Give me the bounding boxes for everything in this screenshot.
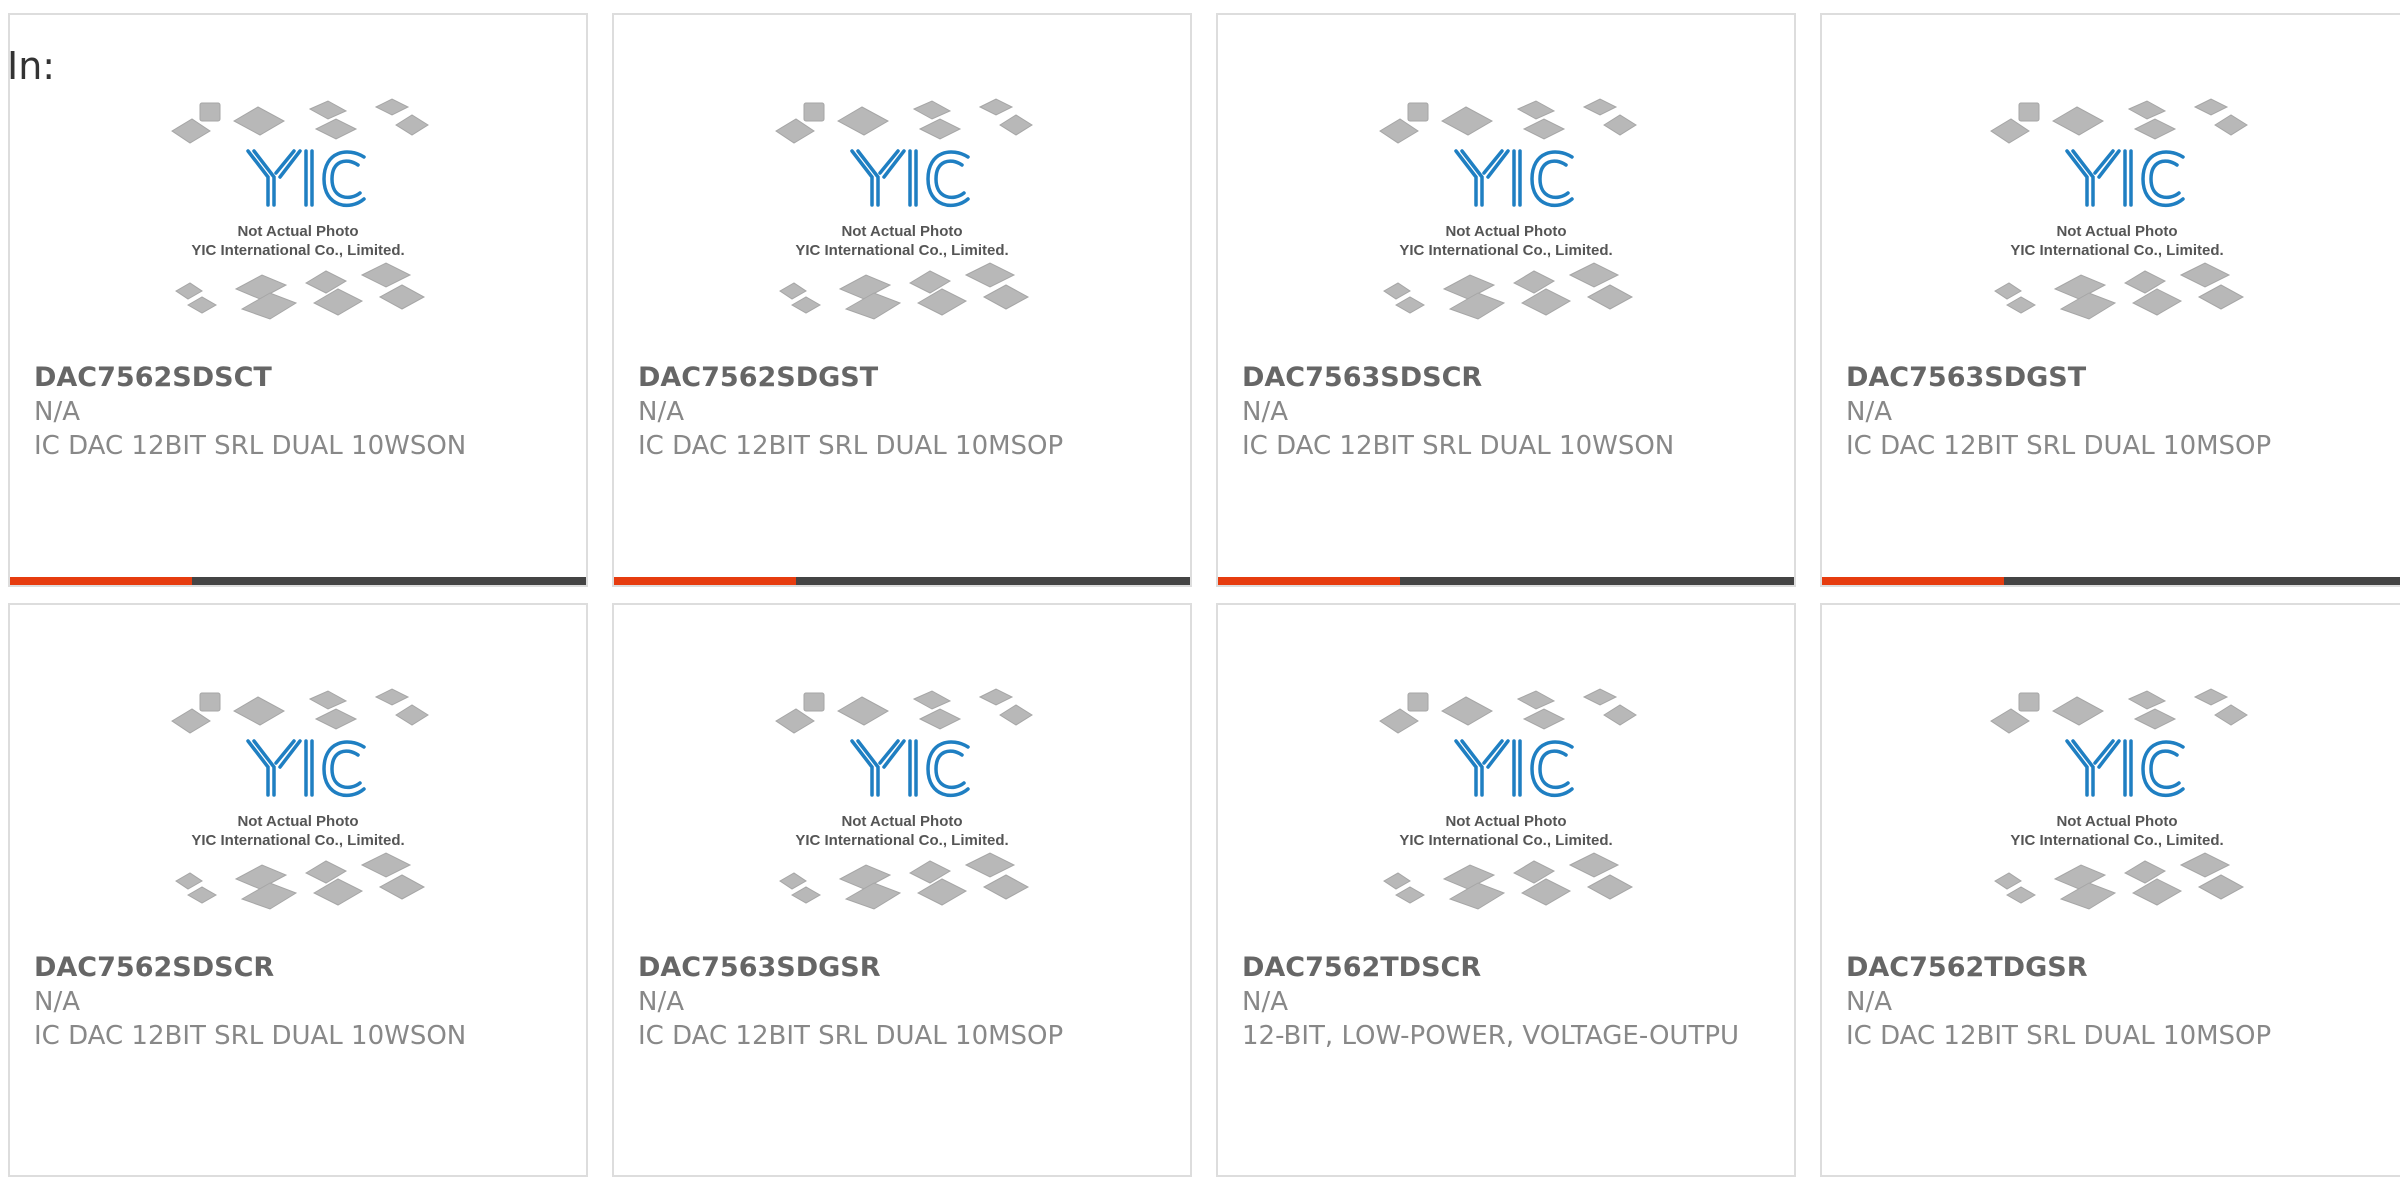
product-info: DAC7563SDSCR N/A IC DAC 12BIT SRL DUAL 1…	[1242, 361, 1764, 463]
company-text: YIC International Co., Limited.	[1399, 242, 1612, 259]
product-info: DAC7562SDSCT N/A IC DAC 12BIT SRL DUAL 1…	[34, 361, 556, 463]
manufacturer: N/A	[1242, 987, 1288, 1017]
yic-logo	[246, 149, 366, 208]
yic-logo	[246, 739, 366, 798]
description: IC DAC 12BIT SRL DUAL 10WSON	[1242, 431, 1675, 461]
product-card-dac7563sdscr[interactable]: Not Actual Photo YIC International Co., …	[1216, 13, 1796, 587]
part-number[interactable]: DAC7562TDSCR	[1242, 951, 1764, 985]
description: IC DAC 12BIT SRL DUAL 10MSOP	[638, 431, 1064, 461]
not-actual-photo-text: Not Actual Photo	[1445, 223, 1566, 240]
part-number[interactable]: DAC7562SDSCT	[34, 361, 556, 395]
card-accent-bar	[1218, 577, 1794, 585]
product-image[interactable]: Not Actual Photo YIC International Co., …	[1218, 685, 1794, 950]
not-actual-photo-text: Not Actual Photo	[2056, 813, 2177, 830]
product-image[interactable]: Not Actual Photo YIC International Co., …	[614, 95, 1190, 360]
yic-logo	[2065, 149, 2185, 208]
company-text: YIC International Co., Limited.	[1399, 832, 1612, 849]
not-actual-photo-text: Not Actual Photo	[841, 223, 962, 240]
card-accent-segment	[1822, 577, 2004, 585]
company-text: YIC International Co., Limited.	[795, 832, 1008, 849]
product-grid: Not Actual Photo YIC International Co., …	[8, 13, 2400, 1177]
card-accent-segment	[10, 577, 192, 585]
product-image[interactable]: Not Actual Photo YIC International Co., …	[1822, 685, 2400, 950]
yic-logo	[850, 739, 970, 798]
yic-logo	[1454, 739, 1574, 798]
not-actual-photo-text: Not Actual Photo	[1445, 813, 1566, 830]
product-image[interactable]: Not Actual Photo YIC International Co., …	[1218, 95, 1794, 360]
manufacturer: N/A	[34, 987, 80, 1017]
part-number[interactable]: DAC7563SDGSR	[638, 951, 1160, 985]
card-accent-segment	[614, 577, 796, 585]
product-info: DAC7562TDSCR N/A 12-BIT, LOW-POWER, VOLT…	[1242, 951, 1764, 1053]
manufacturer: N/A	[34, 397, 80, 427]
not-actual-photo-text: Not Actual Photo	[2056, 223, 2177, 240]
manufacturer: N/A	[1242, 397, 1288, 427]
yic-logo	[2065, 739, 2185, 798]
product-card-dac7563sdgst[interactable]: Not Actual Photo YIC International Co., …	[1820, 13, 2400, 587]
filter-label: In:	[7, 44, 56, 88]
description: IC DAC 12BIT SRL DUAL 10MSOP	[1846, 431, 2272, 461]
part-number[interactable]: DAC7562TDGSR	[1846, 951, 2382, 985]
yic-logo	[1454, 149, 1574, 208]
product-info: DAC7563SDGSR N/A IC DAC 12BIT SRL DUAL 1…	[638, 951, 1160, 1053]
product-card-dac7562tdgsr[interactable]: Not Actual Photo YIC International Co., …	[1820, 603, 2400, 1177]
not-actual-photo-text: Not Actual Photo	[841, 813, 962, 830]
part-number[interactable]: DAC7563SDGST	[1846, 361, 2382, 395]
product-image[interactable]: Not Actual Photo YIC International Co., …	[614, 685, 1190, 950]
manufacturer: N/A	[1846, 987, 1892, 1017]
company-text: YIC International Co., Limited.	[2010, 242, 2223, 259]
description: 12-BIT, LOW-POWER, VOLTAGE-OUTPU	[1242, 1021, 1740, 1051]
yic-logo	[850, 149, 970, 208]
product-image[interactable]: Not Actual Photo YIC International Co., …	[10, 685, 586, 950]
product-info: DAC7562TDGSR N/A IC DAC 12BIT SRL DUAL 1…	[1846, 951, 2382, 1053]
product-card-dac7562tdscr[interactable]: Not Actual Photo YIC International Co., …	[1216, 603, 1796, 1177]
product-info: DAC7563SDGST N/A IC DAC 12BIT SRL DUAL 1…	[1846, 361, 2382, 463]
manufacturer: N/A	[638, 397, 684, 427]
description: IC DAC 12BIT SRL DUAL 10MSOP	[1846, 1021, 2272, 1051]
not-actual-photo-text: Not Actual Photo	[237, 813, 358, 830]
product-info: DAC7562SDGST N/A IC DAC 12BIT SRL DUAL 1…	[638, 361, 1160, 463]
card-accent-segment	[1218, 577, 1400, 585]
description: IC DAC 12BIT SRL DUAL 10WSON	[34, 431, 467, 461]
product-image[interactable]: Not Actual Photo YIC International Co., …	[10, 95, 586, 360]
company-text: YIC International Co., Limited.	[2010, 832, 2223, 849]
product-image[interactable]: Not Actual Photo YIC International Co., …	[1822, 95, 2400, 360]
part-number[interactable]: DAC7562SDGST	[638, 361, 1160, 395]
product-card-dac7562sdsct[interactable]: Not Actual Photo YIC International Co., …	[8, 13, 588, 587]
company-text: YIC International Co., Limited.	[191, 242, 404, 259]
company-text: YIC International Co., Limited.	[191, 832, 404, 849]
not-actual-photo-text: Not Actual Photo	[237, 223, 358, 240]
card-accent-bar	[614, 577, 1190, 585]
description: IC DAC 12BIT SRL DUAL 10MSOP	[638, 1021, 1064, 1051]
manufacturer: N/A	[1846, 397, 1892, 427]
product-info: DAC7562SDSCR N/A IC DAC 12BIT SRL DUAL 1…	[34, 951, 556, 1053]
company-text: YIC International Co., Limited.	[795, 242, 1008, 259]
part-number[interactable]: DAC7563SDSCR	[1242, 361, 1764, 395]
manufacturer: N/A	[638, 987, 684, 1017]
part-number[interactable]: DAC7562SDSCR	[34, 951, 556, 985]
card-accent-bar	[1822, 577, 2400, 585]
product-card-dac7562sdgst[interactable]: Not Actual Photo YIC International Co., …	[612, 13, 1192, 587]
product-card-dac7563sdgsr[interactable]: Not Actual Photo YIC International Co., …	[612, 603, 1192, 1177]
description: IC DAC 12BIT SRL DUAL 10WSON	[34, 1021, 467, 1051]
product-card-dac7562sdscr[interactable]: Not Actual Photo YIC International Co., …	[8, 603, 588, 1177]
card-accent-bar	[10, 577, 586, 585]
